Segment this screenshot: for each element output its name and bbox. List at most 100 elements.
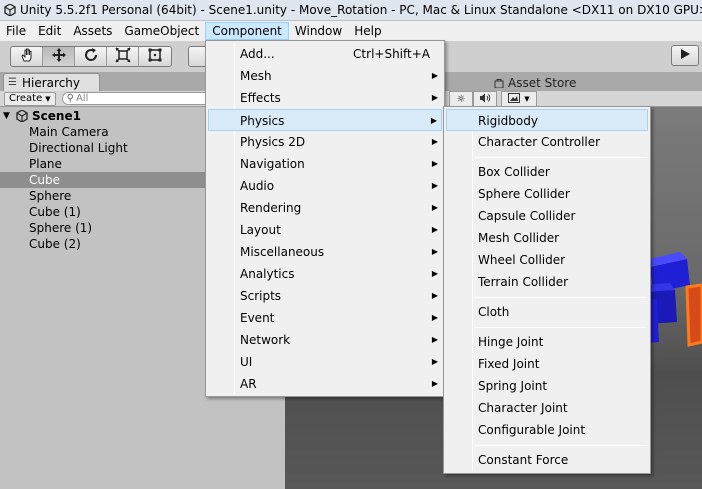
menu-item-network[interactable]: Network ▶ [208,329,442,351]
transform-tools [10,46,172,67]
menu-item-sphere-collider[interactable]: Sphere Collider [446,183,648,205]
rotate-tool-button[interactable] [75,47,107,66]
menu-item-label: Constant Force [478,453,569,467]
scene-effects-dropdown[interactable]: ▼ [501,91,537,107]
scene-name: Scene1 [32,109,81,123]
move-tool-button[interactable] [43,47,75,66]
menu-file[interactable]: File [0,22,32,40]
submenu-arrow-icon: ▶ [430,116,437,125]
create-dropdown-button[interactable]: Create ▼ [4,91,56,106]
menu-item-label: Mesh [240,69,272,83]
submenu-arrow-icon: ▶ [431,93,438,102]
scale-icon [114,47,131,66]
menu-item-label: Rendering [240,201,302,215]
menu-item-box-collider[interactable]: Box Collider [446,161,648,183]
menu-item-label: Mesh Collider [478,231,560,245]
menu-item-label: Event [240,311,275,325]
title-bar: Unity 5.5.2f1 Personal (64bit) - Scene1.… [0,0,702,21]
menu-item-spring-joint[interactable]: Spring Joint [446,375,648,397]
menu-item-hinge-joint[interactable]: Hinge Joint [446,331,648,353]
menu-item-capsule-collider[interactable]: Capsule Collider [446,205,648,227]
menu-item-add[interactable]: Add... Ctrl+Shift+A [208,43,442,65]
search-icon: ⚲ [66,93,74,104]
menu-item-ui[interactable]: UI ▶ [208,351,442,373]
menu-item-label: Character Controller [478,135,601,149]
menu-item-fixed-joint[interactable]: Fixed Joint [446,353,648,375]
menu-item-label: Character Joint [478,401,568,415]
scale-tool-button[interactable] [107,47,139,66]
menu-item-physics[interactable]: Physics ▶ [208,109,442,131]
menu-item-label: AR [240,377,257,391]
menu-item-label: Configurable Joint [478,423,586,437]
menu-item-wheel-collider[interactable]: Wheel Collider [446,249,648,271]
menu-item-analytics[interactable]: Analytics ▶ [208,263,442,285]
submenu-arrow-icon: ▶ [431,291,438,300]
menu-item-scripts[interactable]: Scripts ▶ [208,285,442,307]
menu-item-label: Scripts [240,289,282,303]
expand-arrow-icon[interactable]: ▼ [3,111,15,121]
menu-bar: File Edit Assets GameObject Component Wi… [0,21,702,41]
menu-separator [474,297,646,298]
search-placeholder: All [75,93,89,104]
hand-tool-button[interactable] [11,47,43,66]
scene-audio-toggle[interactable] [473,91,497,107]
hand-icon [19,47,35,66]
component-menu: Add... Ctrl+Shift+A Mesh ▶ Effects ▶ Phy… [205,40,445,397]
menu-item-label: Rigidbody [478,114,538,128]
menu-item-label: Cloth [478,305,510,319]
menu-window[interactable]: Window [289,22,348,40]
menu-item-event[interactable]: Event ▶ [208,307,442,329]
menu-item-terrain-collider[interactable]: Terrain Collider [446,271,648,293]
menu-item-rigidbody[interactable]: Rigidbody [446,109,648,131]
sun-icon: ☼ [456,93,466,105]
menu-item-label: Fixed Joint [478,357,540,371]
tab-hierarchy-label: Hierarchy [22,75,81,90]
menu-item-constant-force[interactable]: Constant Force [446,449,648,471]
menu-item-navigation[interactable]: Navigation ▶ [208,153,442,175]
hierarchy-list-icon: ☰ [8,77,17,88]
menu-item-physics-2d[interactable]: Physics 2D ▶ [208,131,442,153]
submenu-arrow-icon: ▶ [431,181,438,190]
menu-item-mesh[interactable]: Mesh ▶ [208,65,442,87]
tab-asset-store[interactable]: Asset Store [494,75,576,91]
submenu-arrow-icon: ▶ [431,335,438,344]
menu-item-label: Physics 2D [240,135,306,149]
speaker-icon [479,93,491,106]
submenu-arrow-icon: ▶ [431,247,438,256]
menu-item-label: Network [240,333,291,347]
tab-asset-store-label: Asset Store [508,76,577,90]
menu-gameobject[interactable]: GameObject [118,22,205,40]
menu-item-character-controller[interactable]: Character Controller [446,131,648,153]
menu-component[interactable]: Component [205,22,289,40]
menu-item-mesh-collider[interactable]: Mesh Collider [446,227,648,249]
menu-help[interactable]: Help [348,22,387,40]
menu-item-ar[interactable]: AR ▶ [208,373,442,395]
submenu-arrow-icon: ▶ [431,379,438,388]
menu-item-label: Navigation [240,157,305,171]
menu-item-miscellaneous[interactable]: Miscellaneous ▶ [208,241,442,263]
menu-item-effects[interactable]: Effects ▶ [208,87,442,109]
hierarchy-search-input[interactable]: ⚲ All [61,92,212,105]
submenu-arrow-icon: ▶ [431,225,438,234]
menu-item-audio[interactable]: Audio ▶ [208,175,442,197]
menu-item-label: Miscellaneous [240,245,325,259]
unity-logo-icon [4,3,16,17]
menu-edit[interactable]: Edit [32,22,67,40]
chevron-down-icon: ▼ [524,95,530,103]
menu-assets[interactable]: Assets [67,22,118,40]
menu-item-character-joint[interactable]: Character Joint [446,397,648,419]
play-button[interactable] [671,45,699,66]
menu-item-configurable-joint[interactable]: Configurable Joint [446,419,648,441]
menu-separator [474,445,646,446]
menu-item-label: Analytics [240,267,295,281]
menu-item-cloth[interactable]: Cloth [446,301,648,323]
menu-item-layout[interactable]: Layout ▶ [208,219,442,241]
menu-separator [474,327,646,328]
rect-tool-button[interactable] [139,47,171,66]
tab-hierarchy[interactable]: ☰ Hierarchy [3,73,100,91]
menu-item-rendering[interactable]: Rendering ▶ [208,197,442,219]
scene-lighting-toggle[interactable]: ☼ [449,91,473,107]
menu-separator [474,157,646,158]
submenu-arrow-icon: ▶ [431,269,438,278]
submenu-arrow-icon: ▶ [431,137,438,146]
